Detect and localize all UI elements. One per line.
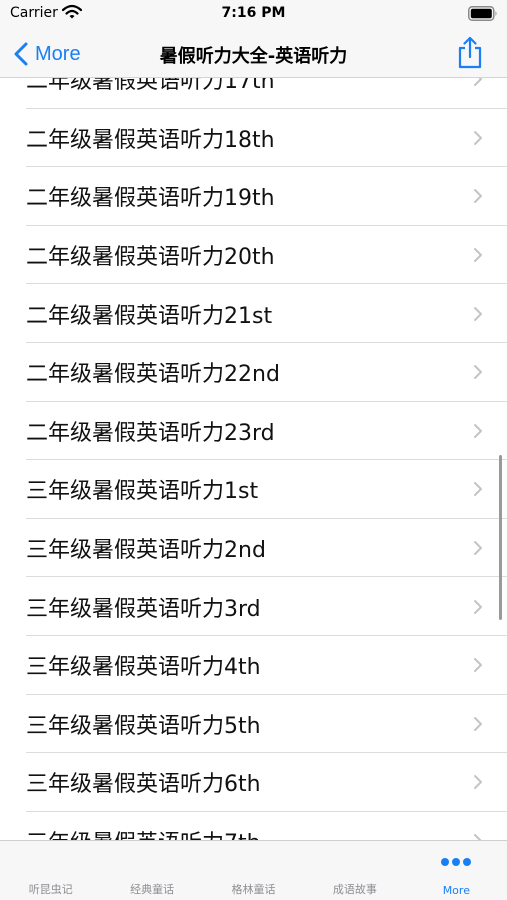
chevron-right-icon: [474, 541, 482, 556]
chevron-right-icon: [474, 775, 482, 790]
list-item-label: 二年级暑假英语听力18th: [26, 127, 275, 153]
tab-insect-stories[interactable]: 听昆虫记: [0, 841, 101, 900]
chevron-right-icon: [474, 130, 482, 145]
tab-label: 成语故事: [332, 883, 377, 896]
list-item[interactable]: 二年级暑假英语听力20th: [0, 226, 507, 285]
tab-label: 听昆虫记: [28, 883, 73, 896]
list-item-label: 三年级暑假英语听力1st: [26, 479, 259, 505]
list-item[interactable]: 三年级暑假英语听力3rd: [0, 577, 507, 636]
chevron-right-icon: [474, 658, 482, 673]
list-item-label: 三年级暑假英语听力2nd: [26, 538, 266, 564]
tab-idiom-stories[interactable]: 成语故事: [304, 841, 405, 900]
list-item[interactable]: 三年级暑假英语听力5th: [0, 695, 507, 754]
tab-grimm-fairy-tales[interactable]: 格林童话: [203, 841, 304, 900]
list-item[interactable]: 二年级暑假英语听力19th: [0, 167, 507, 226]
list-item[interactable]: 三年级暑假英语听力4th: [0, 636, 507, 695]
list-item[interactable]: 三年级暑假英语听力6th: [0, 753, 507, 812]
list-item[interactable]: 二年级暑假英语听力21st: [0, 284, 507, 343]
battery-icon: [468, 6, 497, 21]
share-icon[interactable]: [455, 36, 485, 70]
back-button[interactable]: More: [12, 38, 81, 70]
list-item[interactable]: 二年级暑假英语听力22nd: [0, 343, 507, 402]
list-item-label: 二年级暑假英语听力19th: [26, 186, 275, 212]
list-item-label: 三年级暑假英语听力6th: [26, 772, 261, 798]
chevron-right-icon: [474, 306, 482, 321]
chevron-left-icon: [14, 42, 28, 66]
chevron-right-icon: [474, 599, 482, 614]
tab-bar: 听昆虫记 经典童话 格林童话 成语故事 More: [0, 840, 507, 900]
chevron-right-icon: [474, 716, 482, 731]
navigation-bar: More 暑假听力大全-英语听力: [0, 30, 507, 78]
listen-list[interactable]: 二年级暑假英语听力17th 二年级暑假英语听力18th 二年级暑假英语听力19t…: [0, 50, 507, 870]
tab-classic-fairy-tales[interactable]: 经典童话: [101, 841, 202, 900]
list-item[interactable]: 二年级暑假英语听力23rd: [0, 402, 507, 461]
status-time: 7:16 PM: [221, 5, 286, 21]
tab-label: More: [442, 884, 470, 897]
list-item-label: 三年级暑假英语听力3rd: [26, 596, 261, 622]
chevron-right-icon: [474, 189, 482, 204]
list-item-label: 二年级暑假英语听力20th: [26, 245, 275, 271]
list-item[interactable]: 三年级暑假英语听力2nd: [0, 519, 507, 578]
chevron-right-icon: [474, 423, 482, 438]
scroll-indicator[interactable]: [499, 455, 502, 620]
chevron-right-icon: [474, 248, 482, 263]
chevron-right-icon: [474, 365, 482, 380]
list-item[interactable]: 二年级暑假英语听力18th: [0, 109, 507, 168]
back-label: More: [35, 42, 81, 65]
tab-label: 格林童话: [231, 883, 276, 896]
list-item-label: 三年级暑假英语听力4th: [26, 655, 261, 681]
list-item[interactable]: 三年级暑假英语听力1st: [0, 460, 507, 519]
tab-more[interactable]: More: [406, 841, 507, 900]
page-title: 暑假听力大全-英语听力: [159, 46, 348, 67]
screen: 二年级暑假英语听力17th 二年级暑假英语听力18th 二年级暑假英语听力19t…: [0, 0, 507, 900]
list-item-label: 二年级暑假英语听力23rd: [26, 420, 275, 446]
status-bar: Carrier 7:16 PM: [0, 0, 507, 30]
more-dots-icon: [441, 858, 472, 866]
chevron-right-icon: [474, 482, 482, 497]
list-item-label: 二年级暑假英语听力21st: [26, 303, 273, 329]
tab-label: 经典童话: [130, 883, 175, 896]
list-item-label: 三年级暑假英语听力5th: [26, 713, 261, 739]
list-item-label: 二年级暑假英语听力22nd: [26, 362, 280, 388]
